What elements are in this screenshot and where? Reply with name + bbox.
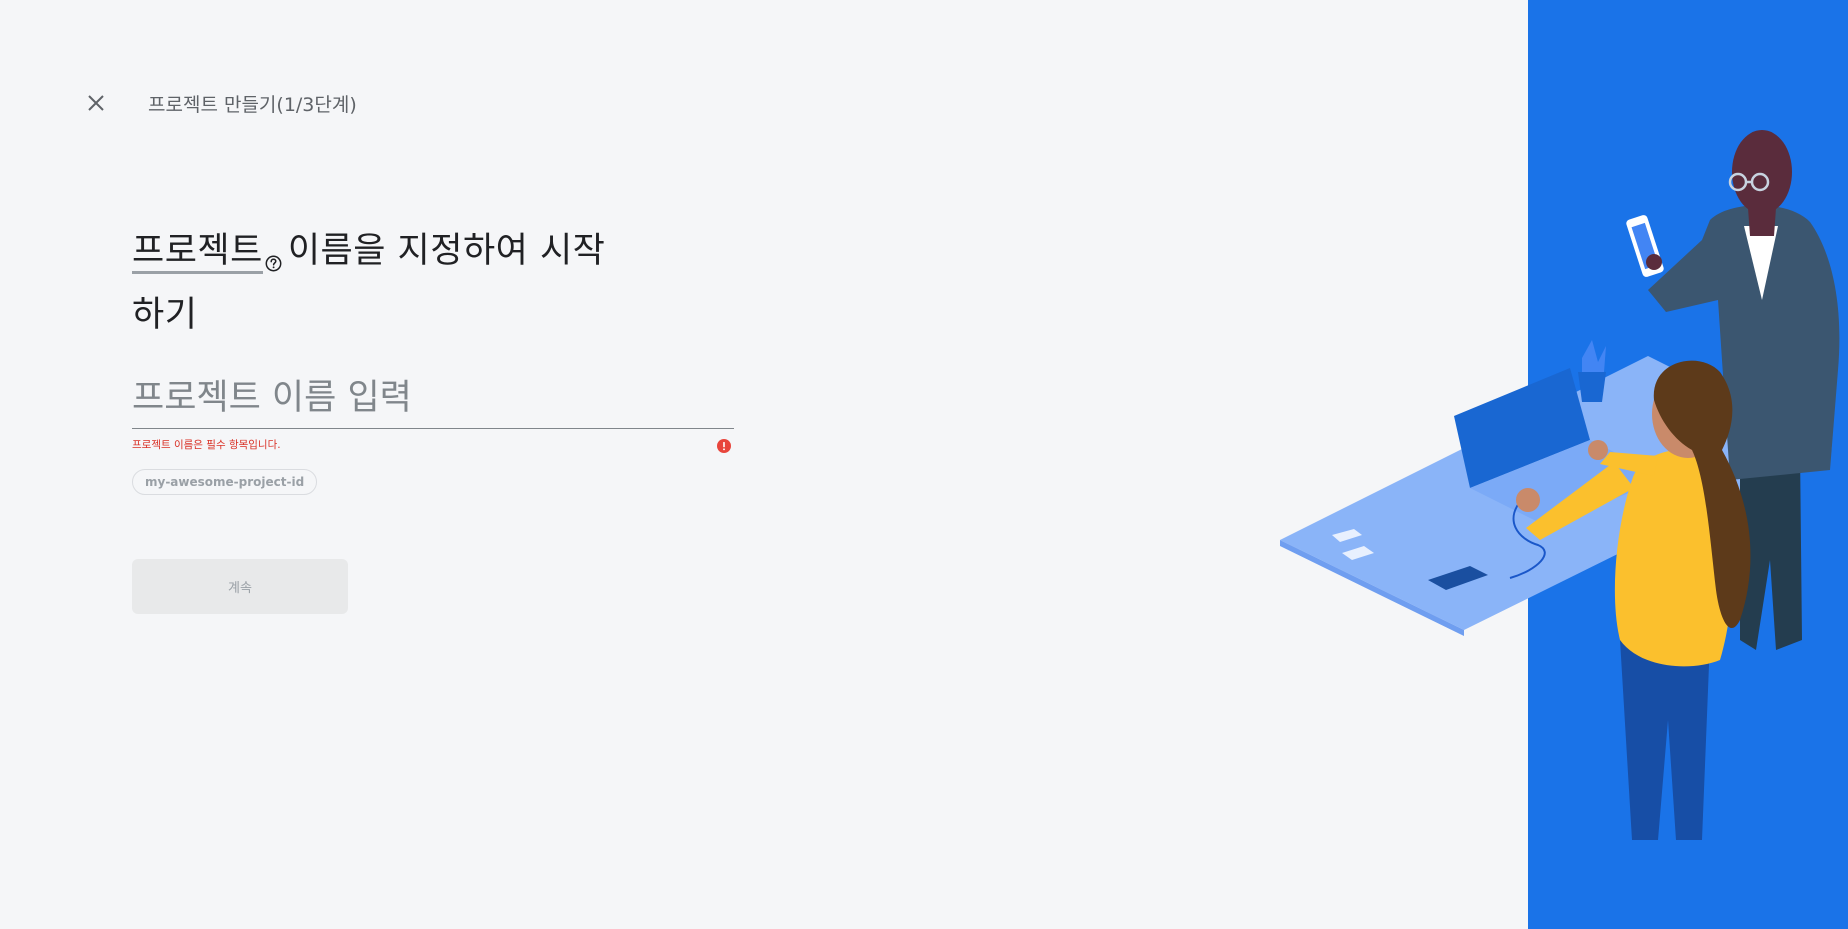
header: 프로젝트 만들기(1/3단계) bbox=[84, 86, 357, 120]
close-button[interactable] bbox=[84, 91, 108, 115]
project-name-input[interactable] bbox=[132, 378, 734, 429]
error-icon bbox=[717, 439, 731, 453]
project-name-field bbox=[132, 378, 734, 429]
create-project-page: 프로젝트 만들기(1/3단계) 프로젝트 이름을 지정하여 시작 하기 프로젝트 … bbox=[0, 0, 1848, 929]
error-message: 프로젝트 이름은 필수 항목입니다. bbox=[132, 439, 281, 451]
page-heading: 프로젝트 이름을 지정하여 시작 하기 bbox=[132, 224, 652, 342]
close-icon bbox=[88, 95, 104, 111]
error-row: 프로젝트 이름은 필수 항목입니다. bbox=[132, 436, 734, 453]
step-title: 프로젝트 만들기(1/3단계) bbox=[148, 93, 357, 116]
project-term-link[interactable]: 프로젝트 bbox=[132, 231, 263, 274]
heading-text-line2: 하기 bbox=[132, 295, 198, 335]
project-illustration bbox=[1280, 0, 1848, 929]
project-id-chip[interactable]: my-awesome-project-id bbox=[132, 469, 318, 495]
illustration-man-head bbox=[1732, 130, 1792, 214]
help-circle-icon[interactable] bbox=[265, 234, 282, 288]
continue-button[interactable]: 계속 bbox=[132, 559, 348, 614]
heading-text: 이름을 지정하여 시작 bbox=[287, 231, 606, 271]
